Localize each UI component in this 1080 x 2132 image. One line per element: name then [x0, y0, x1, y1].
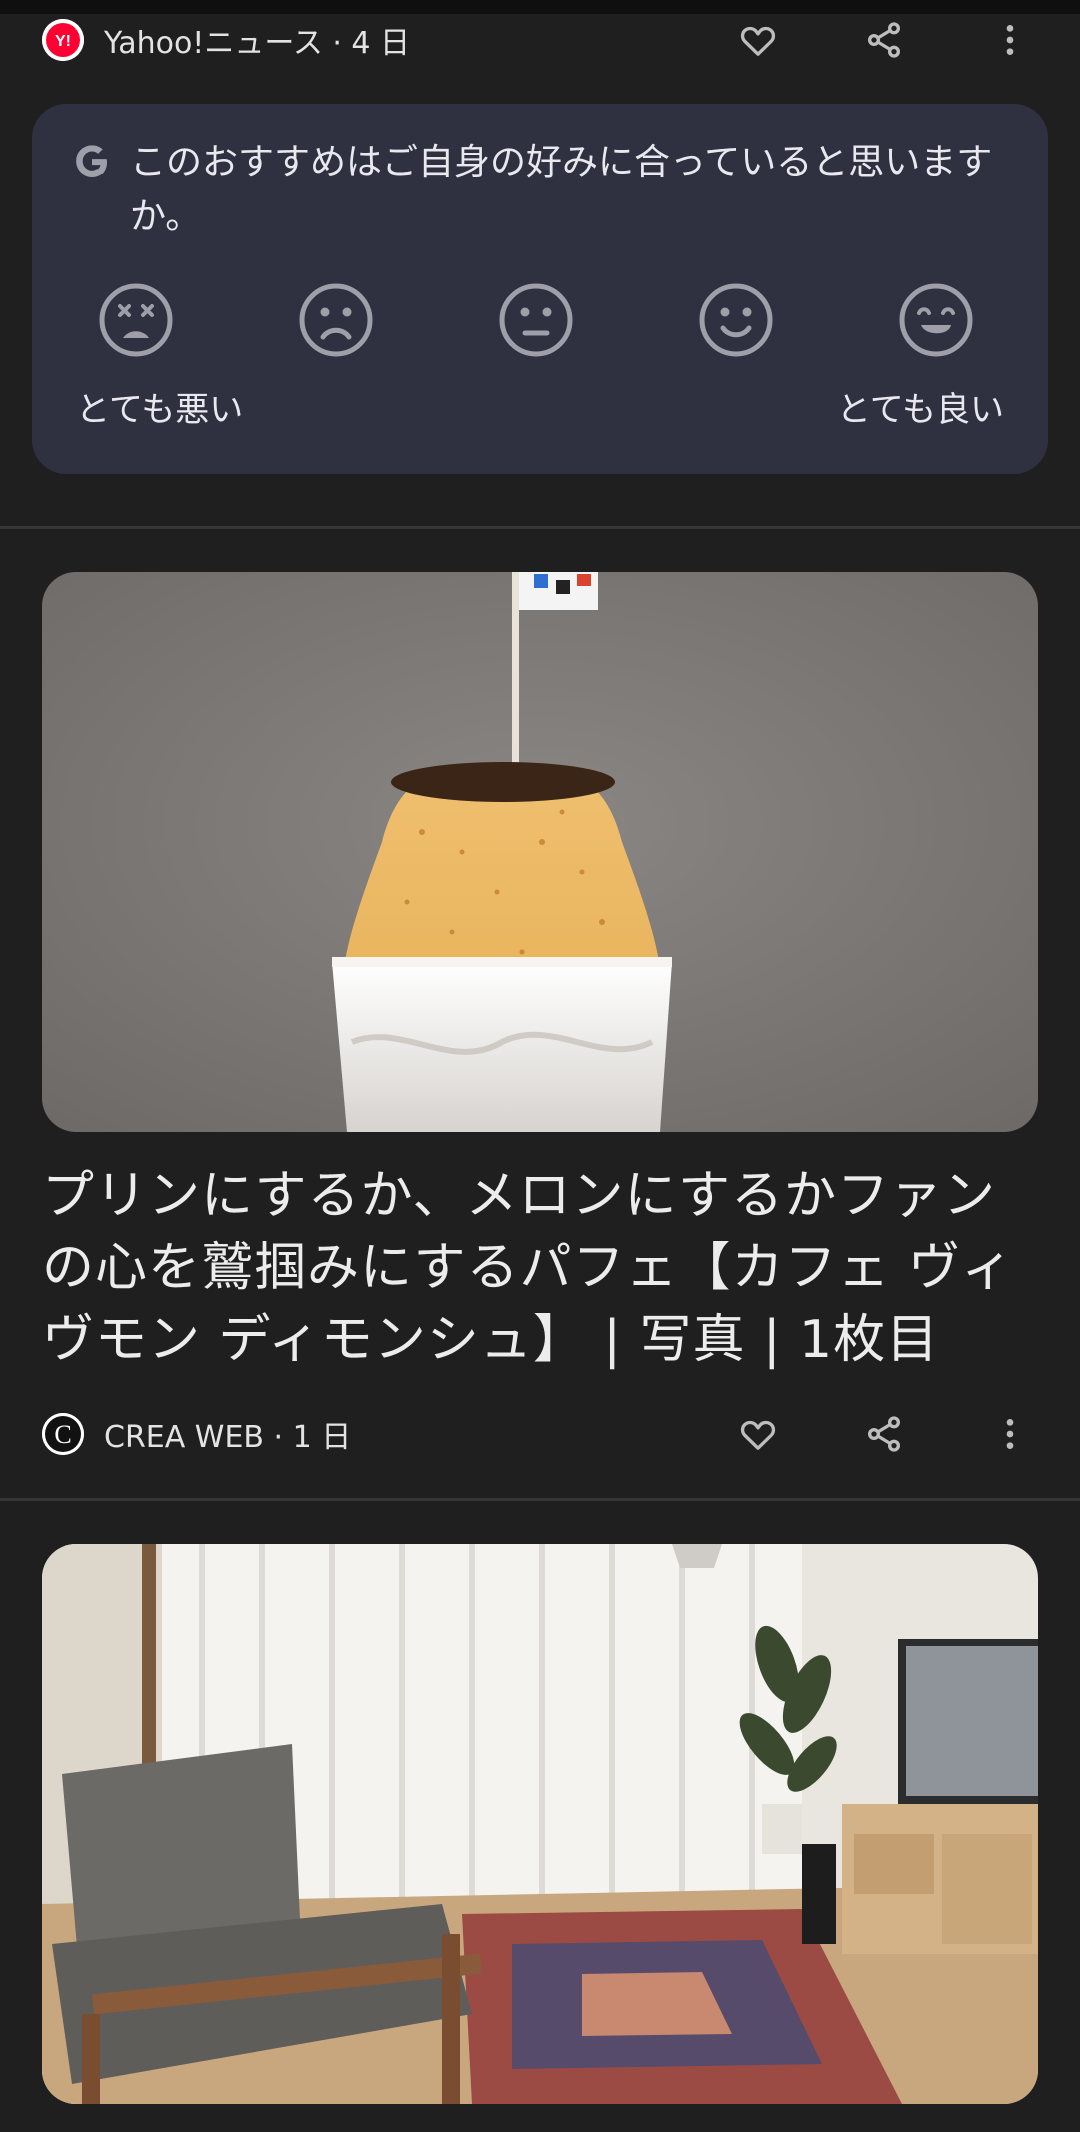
source-label: Yahoo!ニュース · 4 日 [104, 26, 411, 61]
rating-bad-button[interactable] [296, 280, 376, 360]
more-vert-icon [1006, 1419, 1014, 1449]
very-satisfied-face-icon [899, 283, 973, 357]
rating-very-bad-button[interactable] [96, 280, 176, 360]
feedback-card: このおすすめはご自身の好みに合っていると思いますか。 とても悪い とても良い [32, 104, 1048, 474]
satisfied-face-icon [699, 283, 773, 357]
more-vert-icon [1006, 25, 1014, 55]
feed-divider [0, 526, 1080, 529]
share-button[interactable] [856, 12, 912, 68]
more-options-button[interactable] [982, 12, 1038, 68]
rating-good-button[interactable] [696, 280, 776, 360]
feed-divider [0, 1498, 1080, 1501]
rating-very-good-button[interactable] [896, 280, 976, 360]
neutral-face-icon [499, 283, 573, 357]
parfait-photo [42, 572, 1038, 1132]
like-button[interactable] [730, 12, 786, 68]
more-options-button[interactable] [982, 1406, 1038, 1462]
rating-neutral-button[interactable] [496, 280, 576, 360]
source-row-yahoo: Y! Yahoo!ニュース · 4 日 [42, 12, 1038, 68]
source-row-crea: C CREA WEB · 1 日 [42, 1406, 1038, 1462]
share-icon [868, 1416, 900, 1452]
dissatisfied-face-icon [299, 283, 373, 357]
crea-logo-letter: C [54, 1420, 71, 1449]
yahoo-logo-icon: Y! [42, 19, 84, 61]
article-headline[interactable]: プリンにするか、メロンにするかファンの心を鷲掴みにするパフェ【カフェ ヴィヴモン… [42, 1160, 1038, 1376]
rating-low-label: とても悪い [76, 390, 244, 430]
living-room-photo [42, 1544, 1038, 2104]
share-icon [868, 22, 900, 58]
feedback-question: このおすすめはご自身の好みに合っていると思いますか。 [130, 142, 993, 237]
crea-logo-icon: C [42, 1413, 84, 1455]
rating-high-label: とても良い [836, 390, 1004, 430]
very-dissatisfied-face-icon [99, 283, 173, 357]
yahoo-logo-letter: Y! [55, 33, 71, 50]
rating-faces [96, 280, 1016, 360]
article-image-parfait[interactable] [42, 572, 1038, 1132]
heart-icon [740, 1420, 776, 1450]
heart-icon [740, 26, 776, 56]
share-button[interactable] [856, 1406, 912, 1462]
source-label: CREA WEB · 1 日 [104, 1420, 352, 1455]
article-image-living-room[interactable] [42, 1544, 1038, 2104]
google-g-icon [76, 145, 107, 177]
like-button[interactable] [730, 1406, 786, 1462]
